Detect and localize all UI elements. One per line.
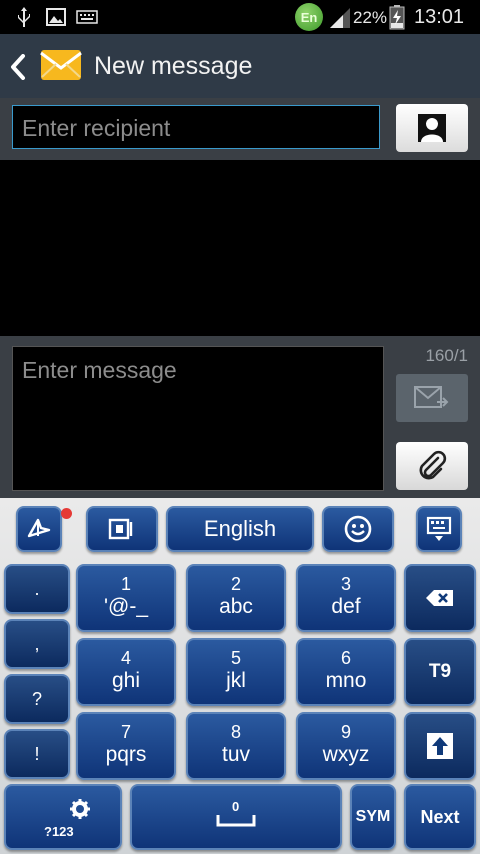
language-key-label: English: [203, 516, 277, 541]
number-mode-label: ?123: [44, 824, 74, 839]
t9-key[interactable]: T9: [404, 638, 476, 706]
key-4-num: 4: [120, 648, 131, 668]
attach-button[interactable]: [396, 442, 468, 490]
page-title: New message: [94, 52, 253, 80]
contact-icon: [418, 114, 446, 142]
next-key[interactable]: Next: [404, 784, 476, 850]
key-exclamation-label: !: [34, 743, 40, 764]
shift-key[interactable]: [404, 712, 476, 780]
status-bar: En 22% 13:01: [0, 0, 480, 34]
recipient-input[interactable]: Enter recipient: [12, 105, 380, 149]
key-3-num: 3: [340, 574, 351, 594]
key-1[interactable]: 1 '@-_: [76, 564, 176, 632]
keyboard-mode-icon: [27, 518, 51, 538]
char-counter: 160/1: [425, 346, 468, 365]
key-5-num: 5: [230, 648, 241, 668]
language-key[interactable]: English: [166, 506, 314, 552]
clipboard-key[interactable]: [86, 506, 158, 552]
sym-key[interactable]: SYM: [350, 784, 396, 850]
key-9-num: 9: [340, 722, 351, 742]
usb-icon: [18, 7, 30, 27]
notification-dot: [61, 508, 72, 519]
action-bar: New message: [0, 34, 480, 100]
key-4-letters: ghi: [111, 669, 141, 692]
conversation-area: [0, 160, 480, 336]
hide-keyboard-key[interactable]: [416, 506, 462, 552]
key-2[interactable]: 2 abc: [186, 564, 286, 632]
key-3-letters: def: [331, 595, 361, 618]
space-bar-icon: [216, 815, 256, 827]
clock: 13:01: [414, 6, 465, 28]
recipient-area: Enter recipient: [0, 98, 480, 160]
language-badge-text: En: [300, 9, 318, 25]
language-badge: En: [295, 3, 323, 31]
key-4[interactable]: 4 ghi: [76, 638, 176, 706]
key-1-num: 1: [120, 574, 131, 594]
keyboard-settings-key[interactable]: [16, 506, 62, 552]
key-comma-label: ,: [34, 633, 40, 654]
backspace-key[interactable]: [404, 564, 476, 632]
key-question-label: ?: [31, 688, 42, 709]
key-7-num: 7: [120, 722, 131, 742]
gear-icon: [70, 799, 90, 819]
key-exclamation[interactable]: !: [4, 729, 70, 779]
key-8[interactable]: 8 tuv: [186, 712, 286, 780]
back-icon[interactable]: [10, 54, 26, 80]
key-9-letters: wxyz: [322, 743, 370, 766]
battery-percent: 22%: [353, 8, 388, 27]
key-5[interactable]: 5 jkl: [186, 638, 286, 706]
shift-arrow-icon: [427, 733, 453, 759]
keyboard: English . , ? ! 1 '@-_ 2 abc 3 def 4 ghi 5 jk…: [0, 498, 480, 854]
number-mode-key[interactable]: ?123: [4, 784, 122, 850]
space-key[interactable]: 0: [130, 784, 342, 850]
image-icon: [46, 8, 66, 26]
messages-envelope-icon: [40, 50, 82, 80]
key-period[interactable]: .: [4, 564, 70, 614]
key-period-label: .: [34, 578, 40, 599]
t9-key-label: T9: [428, 661, 452, 682]
clipboard-icon: [108, 518, 133, 540]
battery-charging-icon: [389, 5, 405, 30]
key-7[interactable]: 7 pqrs: [76, 712, 176, 780]
space-key-glyph: 0: [216, 799, 256, 831]
send-icon: [414, 386, 449, 408]
key-5-letters: jkl: [226, 669, 246, 692]
compose-area: Enter message 160/1: [0, 336, 480, 498]
keyboard-hide-icon: [426, 516, 452, 541]
backspace-icon: [426, 590, 453, 606]
next-key-label: Next: [420, 806, 460, 827]
key-1-letters: '@-_: [104, 595, 148, 618]
key-6-letters: mno: [325, 669, 367, 692]
key-3[interactable]: 3 def: [296, 564, 396, 632]
signal-icon: [330, 8, 350, 28]
space-key-num: 0: [232, 799, 240, 814]
message-input[interactable]: Enter message: [12, 346, 384, 491]
add-contact-button[interactable]: [396, 104, 468, 152]
keyboard-icon: [76, 10, 98, 24]
key-8-letters: tuv: [221, 743, 250, 766]
smiley-icon: [344, 515, 372, 543]
key-7-letters: pqrs: [105, 743, 147, 766]
key-question[interactable]: ?: [4, 674, 70, 724]
paperclip-icon: [419, 450, 447, 480]
key-comma[interactable]: ,: [4, 619, 70, 669]
sym-key-label: SYM: [355, 808, 391, 825]
emoji-key[interactable]: [322, 506, 394, 552]
key-9[interactable]: 9 wxyz: [296, 712, 396, 780]
send-button[interactable]: [396, 374, 468, 422]
key-2-num: 2: [230, 574, 241, 594]
key-6-num: 6: [340, 648, 351, 668]
key-6[interactable]: 6 mno: [296, 638, 396, 706]
key-2-letters: abc: [219, 595, 253, 618]
key-8-num: 8: [230, 722, 241, 742]
